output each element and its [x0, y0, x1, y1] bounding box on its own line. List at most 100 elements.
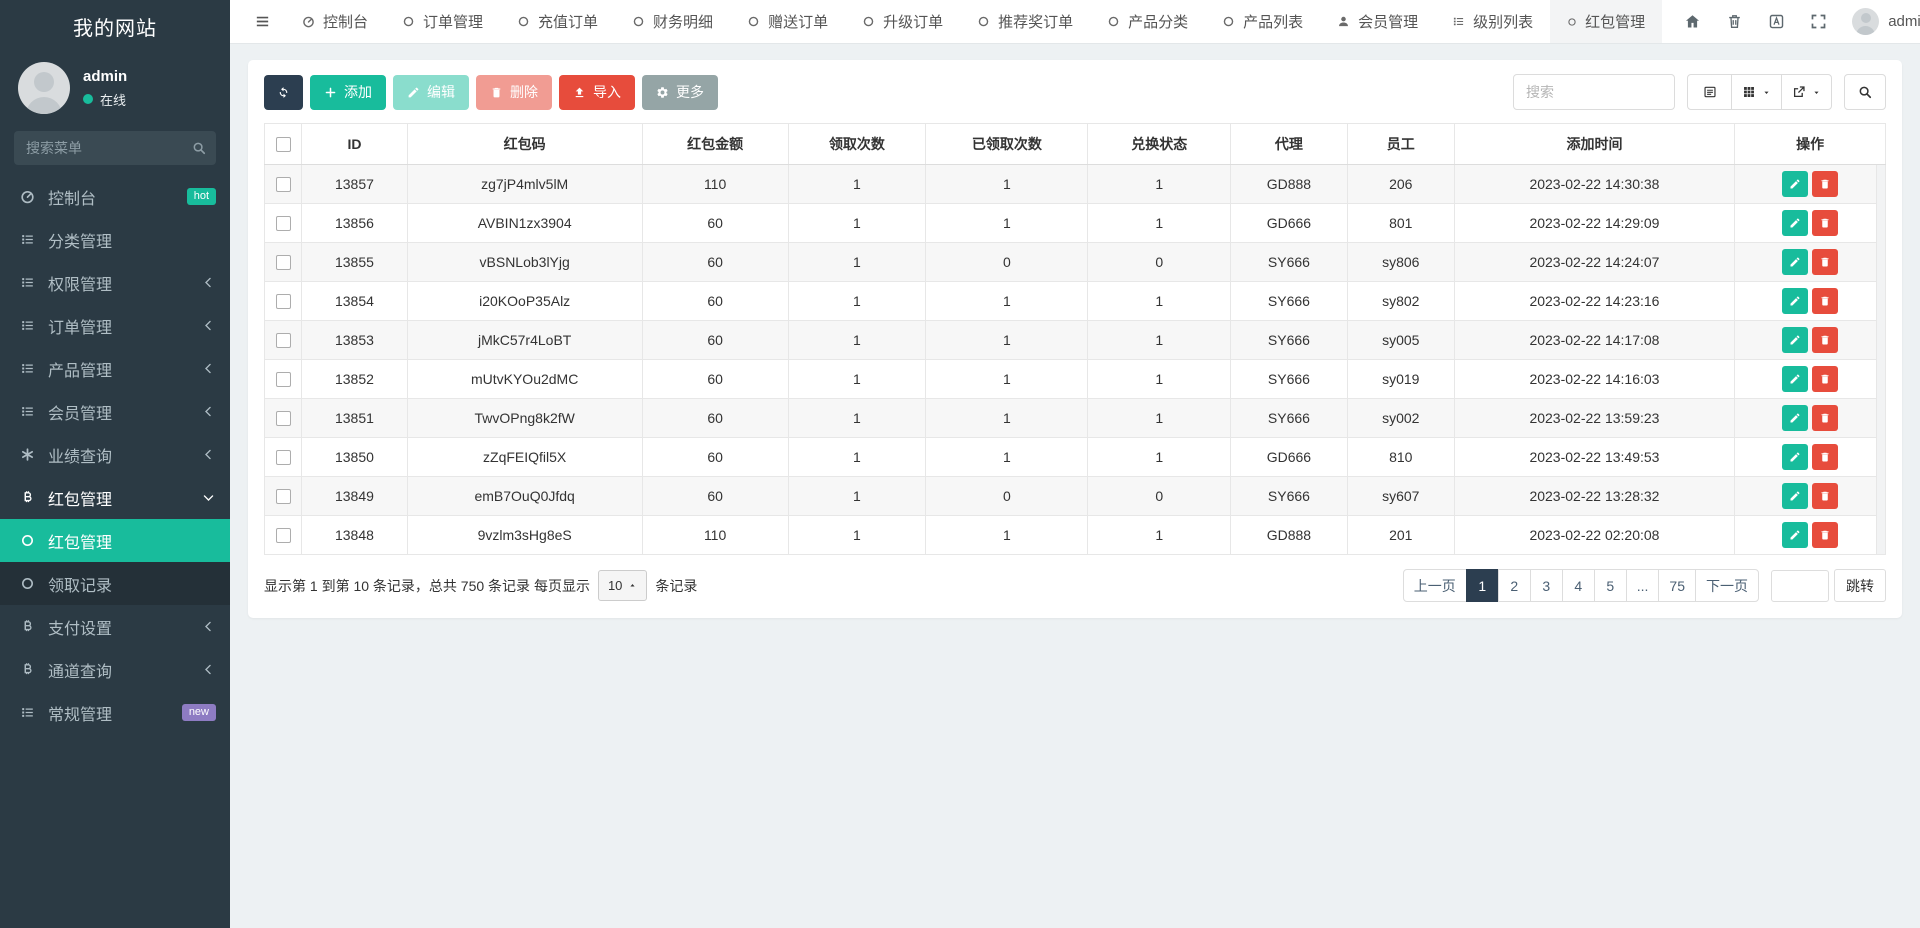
detail-view-button[interactable]: [1687, 74, 1732, 110]
sidebar-item-10[interactable]: 支付设置: [0, 605, 230, 648]
search-button[interactable]: [1844, 74, 1886, 110]
row-checkbox[interactable]: [276, 177, 291, 192]
top-tab-11[interactable]: 红包管理: [1550, 0, 1662, 43]
row-delete-button[interactable]: [1812, 210, 1838, 236]
row-checkbox[interactable]: [276, 372, 291, 387]
top-tab-8[interactable]: 产品列表: [1205, 0, 1320, 43]
top-tab-10[interactable]: 级别列表: [1435, 0, 1550, 43]
sidebar-item-1[interactable]: 分类管理: [0, 218, 230, 261]
row-edit-button[interactable]: [1782, 327, 1808, 353]
page-button-...[interactable]: ...: [1626, 569, 1660, 602]
next-page-button[interactable]: 下一页: [1695, 569, 1759, 602]
sidebar-item-5[interactable]: 会员管理: [0, 390, 230, 433]
edit-button[interactable]: 编辑: [393, 75, 469, 110]
row-cell: 201: [1347, 516, 1454, 555]
row-checkbox[interactable]: [276, 489, 291, 504]
row-delete-button[interactable]: [1812, 171, 1838, 197]
row-edit-button[interactable]: [1782, 171, 1808, 197]
page-jump-input[interactable]: [1771, 570, 1829, 602]
delete-button[interactable]: 删除: [476, 75, 552, 110]
row-checkbox[interactable]: [276, 216, 291, 231]
top-tab-9[interactable]: 会员管理: [1320, 0, 1435, 43]
row-edit-button[interactable]: [1782, 444, 1808, 470]
tab-label: 订单管理: [423, 11, 483, 32]
home-button[interactable]: [1684, 13, 1701, 30]
sidebar-item-9[interactable]: 领取记录: [0, 562, 230, 605]
row-delete-button[interactable]: [1812, 522, 1838, 548]
row-edit-button[interactable]: [1782, 210, 1808, 236]
row-delete-button[interactable]: [1812, 327, 1838, 353]
table-row: 13849emB7OuQ0Jfdq60100SY666sy6072023-02-…: [265, 477, 1886, 516]
add-button[interactable]: 添加: [310, 75, 386, 110]
row-delete-button[interactable]: [1812, 288, 1838, 314]
sidebar-item-0[interactable]: 控制台hot: [0, 175, 230, 218]
page-button-5[interactable]: 5: [1594, 569, 1627, 602]
row-checkbox[interactable]: [276, 333, 291, 348]
sidebar-item-7[interactable]: 红包管理: [0, 476, 230, 519]
table-scrollbar[interactable]: [1876, 165, 1885, 554]
page-button-2[interactable]: 2: [1498, 569, 1531, 602]
page-button-75[interactable]: 75: [1658, 569, 1696, 602]
top-tab-6[interactable]: 推荐奖订单: [960, 0, 1090, 43]
row-delete-button[interactable]: [1812, 405, 1838, 431]
page-size-select[interactable]: 10: [598, 570, 647, 601]
row-edit-button[interactable]: [1782, 483, 1808, 509]
row-checkbox[interactable]: [276, 528, 291, 543]
chevron-icon: [201, 490, 216, 505]
top-tab-2[interactable]: 充值订单: [500, 0, 615, 43]
row-edit-button[interactable]: [1782, 405, 1808, 431]
row-delete-button[interactable]: [1812, 366, 1838, 392]
sidebar-item-12[interactable]: 常规管理new: [0, 691, 230, 734]
row-checkbox[interactable]: [276, 294, 291, 309]
row-actions-cell: [1735, 516, 1886, 555]
page-jump-button[interactable]: 跳转: [1834, 569, 1886, 602]
row-cell: sy019: [1347, 360, 1454, 399]
sidebar-toggle-button[interactable]: [240, 0, 285, 43]
export-button[interactable]: [1781, 74, 1832, 110]
row-checkbox[interactable]: [276, 450, 291, 465]
columns-button[interactable]: [1731, 74, 1782, 110]
row-delete-button[interactable]: [1812, 249, 1838, 275]
page-button-3[interactable]: 3: [1530, 569, 1563, 602]
row-edit-button[interactable]: [1782, 249, 1808, 275]
row-edit-button[interactable]: [1782, 366, 1808, 392]
top-tab-1[interactable]: 订单管理: [385, 0, 500, 43]
top-tab-0[interactable]: 控制台: [285, 0, 385, 43]
row-cell: 0: [926, 477, 1088, 516]
language-button[interactable]: [1768, 13, 1785, 30]
sidebar-item-4[interactable]: 产品管理: [0, 347, 230, 390]
column-header: 红包码: [407, 124, 642, 165]
top-tab-4[interactable]: 赠送订单: [730, 0, 845, 43]
refresh-button[interactable]: [264, 75, 303, 110]
clear-cache-button[interactable]: [1726, 13, 1743, 30]
select-all-checkbox[interactable]: [276, 137, 291, 152]
sidebar-item-2[interactable]: 权限管理: [0, 261, 230, 304]
row-cell: 2023-02-22 14:16:03: [1454, 360, 1734, 399]
sidebar-search-input[interactable]: [14, 131, 216, 165]
pencil-icon: [1789, 412, 1801, 424]
top-tab-5[interactable]: 升级订单: [845, 0, 960, 43]
import-button[interactable]: 导入: [559, 75, 635, 110]
prev-page-button[interactable]: 上一页: [1403, 569, 1467, 602]
row-cell: 1: [926, 321, 1088, 360]
sidebar-item-3[interactable]: 订单管理: [0, 304, 230, 347]
more-button[interactable]: 更多: [642, 75, 718, 110]
row-delete-button[interactable]: [1812, 444, 1838, 470]
sidebar-item-6[interactable]: 业绩查询: [0, 433, 230, 476]
row-checkbox[interactable]: [276, 255, 291, 270]
user-menu[interactable]: admin: [1852, 8, 1920, 35]
page-button-4[interactable]: 4: [1562, 569, 1595, 602]
table-search-input[interactable]: [1513, 74, 1675, 110]
sidebar-item-8[interactable]: 红包管理: [0, 519, 230, 562]
row-edit-button[interactable]: [1782, 288, 1808, 314]
page-button-1[interactable]: 1: [1466, 569, 1499, 602]
fullscreen-button[interactable]: [1810, 13, 1827, 30]
circle-icon: [1222, 15, 1235, 28]
row-checkbox[interactable]: [276, 411, 291, 426]
sidebar-item-11[interactable]: 通道查询: [0, 648, 230, 691]
top-tab-7[interactable]: 产品分类: [1090, 0, 1205, 43]
row-delete-button[interactable]: [1812, 483, 1838, 509]
top-tab-3[interactable]: 财务明细: [615, 0, 730, 43]
row-edit-button[interactable]: [1782, 522, 1808, 548]
row-cell: 1: [1088, 204, 1231, 243]
